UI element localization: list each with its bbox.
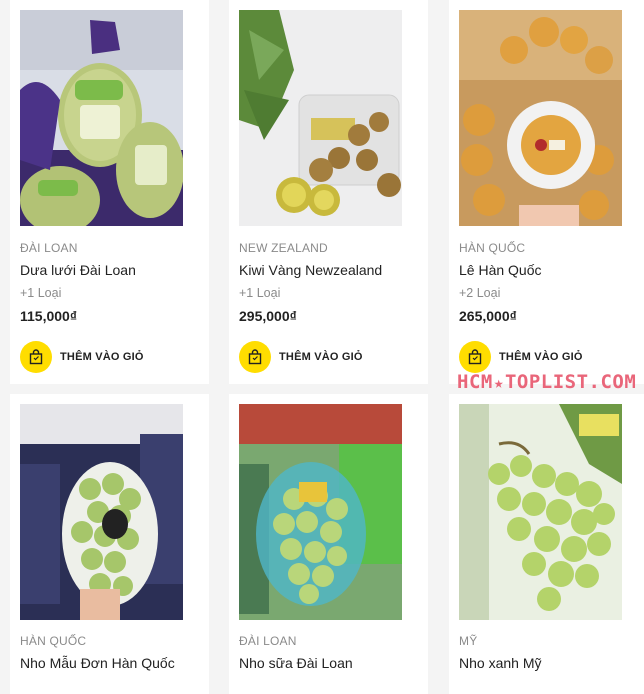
product-price: 115,000₫ xyxy=(20,308,78,324)
pear-photo[interactable] xyxy=(459,10,622,226)
grape-bag-photo[interactable] xyxy=(459,404,622,620)
product-name[interactable]: Lê Hàn Quốc xyxy=(459,262,542,278)
product-origin: MỸ xyxy=(459,634,478,648)
add-to-cart-label: THÊM VÀO GIỎ xyxy=(499,351,583,363)
product-card[interactable]: MỸ Nho xanh Mỹ xyxy=(449,394,644,694)
product-card[interactable]: HÀN QUỐC Lê Hàn Quốc +2 Loại 265,000₫ TH… xyxy=(449,0,644,384)
product-price: 295,000₫ xyxy=(239,308,297,324)
product-card[interactable]: HÀN QUỐC Nho Mẫu Đơn Hàn Quốc xyxy=(10,394,209,694)
add-to-cart-button[interactable]: THÊM VÀO GIỎ xyxy=(239,341,363,373)
product-origin: ĐÀI LOAN xyxy=(20,241,78,255)
shopping-bag-icon xyxy=(20,341,52,373)
product-variants: +1 Loại xyxy=(239,286,281,300)
shopping-bag-icon xyxy=(459,341,491,373)
product-name[interactable]: Nho sữa Đài Loan xyxy=(239,655,353,671)
shopping-bag-icon xyxy=(239,341,271,373)
product-name[interactable]: Dưa lưới Đài Loan xyxy=(20,262,136,278)
product-origin: HÀN QUỐC xyxy=(459,241,526,255)
product-origin: HÀN QUỐC xyxy=(20,634,87,648)
product-name[interactable]: Nho xanh Mỹ xyxy=(459,655,541,671)
watermark-text: TOPLIST.COM xyxy=(504,371,637,393)
product-origin: ĐÀI LOAN xyxy=(239,634,297,648)
melon-photo[interactable] xyxy=(20,10,183,226)
add-to-cart-button[interactable]: THÊM VÀO GIỎ xyxy=(20,341,144,373)
product-card[interactable]: ĐÀI LOAN Nho sữa Đài Loan xyxy=(229,394,428,694)
product-name[interactable]: Kiwi Vàng Newzealand xyxy=(239,262,382,278)
kiwi-photo[interactable] xyxy=(239,10,402,226)
product-variants: +2 Loại xyxy=(459,286,501,300)
watermark-text: HCM xyxy=(457,371,493,393)
product-card[interactable]: NEW ZEALAND Kiwi Vàng Newzealand +1 Loại… xyxy=(229,0,428,384)
product-name[interactable]: Nho Mẫu Đơn Hàn Quốc xyxy=(20,655,175,671)
grape-tray-photo[interactable] xyxy=(239,404,402,620)
star-icon: ★ xyxy=(493,372,504,392)
add-to-cart-label: THÊM VÀO GIỎ xyxy=(60,351,144,363)
watermark-logo: HCM ★ TOPLIST.COM xyxy=(457,371,636,393)
product-origin: NEW ZEALAND xyxy=(239,241,328,255)
add-to-cart-button[interactable]: THÊM VÀO GIỎ xyxy=(459,341,583,373)
product-variants: +1 Loại xyxy=(20,286,62,300)
add-to-cart-label: THÊM VÀO GIỎ xyxy=(279,351,363,363)
product-card[interactable]: ĐÀI LOAN Dưa lưới Đài Loan +1 Loại 115,0… xyxy=(10,0,209,384)
product-price: 265,000₫ xyxy=(459,308,517,324)
grape-box-photo[interactable] xyxy=(20,404,183,620)
